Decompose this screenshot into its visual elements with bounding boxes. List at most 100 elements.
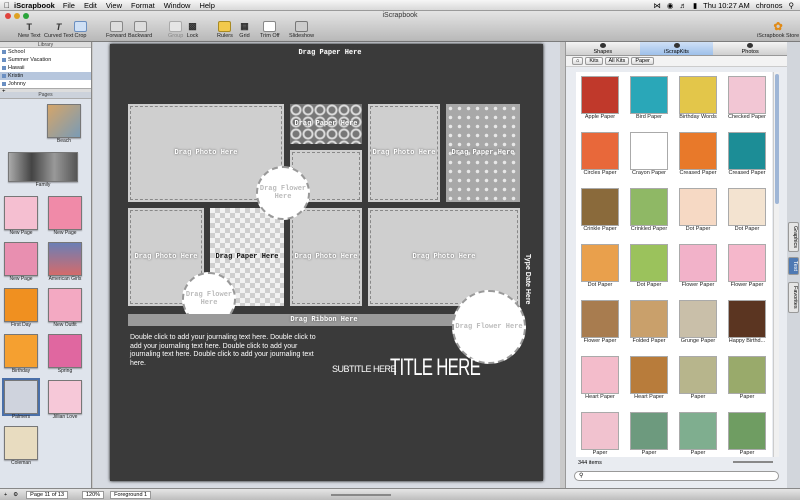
side-tab-graphics[interactable]: Graphics: [788, 222, 799, 253]
menu-format[interactable]: Format: [131, 1, 155, 10]
kit-item[interactable]: Apple Paper: [578, 76, 622, 120]
library-item-summer-vacation[interactable]: Summer Vacation: [0, 56, 91, 64]
kit-item[interactable]: Crinkled Paper: [627, 188, 671, 232]
kit-item[interactable]: Dot Paper: [725, 188, 769, 232]
group-button[interactable]: Group: [168, 21, 183, 39]
rulers-button[interactable]: Rulers: [217, 21, 233, 39]
side-tab-text[interactable]: Text: [788, 257, 799, 276]
zoom-select[interactable]: 120%: [82, 490, 105, 499]
kit-item[interactable]: Flower Paper: [676, 244, 720, 288]
menu-help[interactable]: Help: [199, 1, 214, 10]
page-thumb-palmers[interactable]: Palmers: [2, 378, 40, 420]
menu-file[interactable]: File: [63, 1, 75, 10]
kit-item[interactable]: Crinkle Paper: [578, 188, 622, 232]
kit-search-input[interactable]: ⚲: [574, 471, 779, 481]
flower-slot-1[interactable]: Drag Flower Here: [256, 166, 310, 220]
store-button[interactable]: ✿ iScrapbook Store: [757, 21, 799, 39]
thumbnail-size-slider[interactable]: [733, 461, 773, 463]
kit-item[interactable]: Circles Paper: [578, 132, 622, 176]
trim-off-button[interactable]: Trim Off: [260, 21, 280, 39]
page-thumb-new-page-1[interactable]: New Page: [4, 196, 38, 236]
paper-slot-dots[interactable]: Drag Paper Here: [446, 104, 520, 202]
menu-window[interactable]: Window: [164, 1, 191, 10]
page-thumb-birthday[interactable]: Birthday: [4, 334, 38, 374]
subtitle-text[interactable]: SUBTITLE HERE: [332, 364, 397, 374]
spotlight-icon[interactable]: ⚲: [789, 1, 795, 10]
kit-item[interactable]: Birthday Words: [676, 76, 720, 120]
kit-item[interactable]: Flower Paper: [578, 300, 622, 344]
kit-item[interactable]: Paper: [578, 412, 622, 456]
lock-button[interactable]: ▩ Lock: [186, 21, 199, 39]
title-text[interactable]: TITLE HERE: [390, 354, 481, 382]
page-thumb-spring[interactable]: Spring: [48, 334, 82, 374]
backward-button[interactable]: Backward: [128, 21, 152, 39]
library-item-johnny[interactable]: Johnny: [0, 80, 91, 88]
page-thumb-new-outfit[interactable]: New Outfit: [48, 288, 82, 328]
page-thumb-family[interactable]: Family: [8, 152, 78, 188]
tab-photos[interactable]: Photos: [713, 42, 787, 55]
page-thumb-new-page-3[interactable]: New Page: [4, 242, 38, 282]
kit-item[interactable]: Folded Paper: [627, 300, 671, 344]
kit-item[interactable]: Grunge Paper: [676, 300, 720, 344]
add-page-button[interactable]: +: [4, 492, 7, 498]
crumb-paper[interactable]: Paper: [631, 57, 654, 65]
forward-button[interactable]: Forward: [106, 21, 126, 39]
menu-edit[interactable]: Edit: [84, 1, 97, 10]
scroll-thumb[interactable]: [775, 74, 779, 204]
canvas-scrollbar[interactable]: [331, 493, 392, 496]
library-item-school[interactable]: School: [0, 48, 91, 56]
bluetooth-icon[interactable]: ⋈: [653, 1, 661, 10]
kit-item[interactable]: Crayon Paper: [627, 132, 671, 176]
library-item-hawaii[interactable]: Hawaii: [0, 64, 91, 72]
battery-icon[interactable]: ▮: [693, 1, 697, 10]
kit-item[interactable]: Paper: [725, 412, 769, 456]
journal-text[interactable]: Double click to add your journaling text…: [130, 334, 326, 368]
page-thumb-american-girls[interactable]: American Girls: [48, 242, 82, 282]
paper-slot-circles[interactable]: Drag Paper Here: [290, 104, 362, 144]
page-settings-icon[interactable]: ⚙: [13, 492, 18, 498]
kit-item[interactable]: Dot Paper: [578, 244, 622, 288]
kit-item[interactable]: Creased Paper: [676, 132, 720, 176]
crop-button[interactable]: Crop: [74, 21, 87, 39]
menu-app-name[interactable]: iScrapbook: [14, 1, 55, 10]
home-icon[interactable]: ⌂: [572, 57, 584, 65]
apple-menu-icon[interactable]: : [0, 1, 14, 10]
layer-select[interactable]: Foreground 1: [110, 490, 152, 499]
kit-item[interactable]: Heart Paper: [578, 356, 622, 400]
page-thumb-jillian-love[interactable]: Jillian Love: [48, 380, 82, 420]
page-thumb-first-day[interactable]: First Day: [4, 288, 38, 328]
drag-paper-top[interactable]: Drag Paper Here: [270, 46, 390, 60]
photo-slot-3[interactable]: Drag Photo Here: [368, 104, 440, 202]
kit-grid-scrollbar[interactable]: [773, 72, 779, 457]
flower-slot-3[interactable]: Drag Flower Here: [452, 290, 526, 364]
slideshow-button[interactable]: Slideshow: [289, 21, 314, 39]
kit-item[interactable]: Paper: [627, 412, 671, 456]
kit-item[interactable]: Heart Paper: [627, 356, 671, 400]
kit-item[interactable]: Dot Paper: [627, 244, 671, 288]
page-thumb-new-page-2[interactable]: New Page: [48, 196, 82, 236]
photo-slot-5[interactable]: Drag Photo Here: [290, 208, 362, 306]
menu-clock[interactable]: Thu 10:27 AM: [703, 1, 750, 10]
crumb-all-kits[interactable]: All Kits: [604, 57, 630, 65]
tab-iscrapkits[interactable]: iScrapKits: [639, 42, 714, 55]
curved-text-button[interactable]: T Curved Text: [44, 21, 73, 40]
menu-view[interactable]: View: [106, 1, 122, 10]
crumb-kits[interactable]: Kits: [585, 57, 603, 65]
kit-item[interactable]: Paper: [676, 412, 720, 456]
kit-item[interactable]: Checked Paper: [725, 76, 769, 120]
date-text[interactable]: Type Date Here: [524, 254, 531, 304]
kit-item[interactable]: Bird Paper: [627, 76, 671, 120]
kit-item[interactable]: Paper: [676, 356, 720, 400]
kit-item[interactable]: Paper: [725, 356, 769, 400]
tab-shapes[interactable]: Shapes: [566, 42, 640, 55]
side-tab-favorites[interactable]: Favorites: [788, 282, 799, 313]
kit-item[interactable]: Flower Paper: [725, 244, 769, 288]
scrapbook-page[interactable]: Drag Paper Here Drag Photo Here Drag Pap…: [110, 44, 543, 481]
library-item-kristin[interactable]: Kristin: [0, 72, 91, 80]
page-counter[interactable]: Page 11 of 13: [26, 490, 68, 499]
kit-item[interactable]: Dot Paper: [676, 188, 720, 232]
page-thumb-coleman[interactable]: Coleman: [4, 426, 38, 466]
grid-button[interactable]: ▦ Grid: [238, 21, 251, 39]
page-thumb-beach[interactable]: Beach: [47, 104, 81, 144]
kit-item[interactable]: Happy Birthd...: [725, 300, 769, 344]
